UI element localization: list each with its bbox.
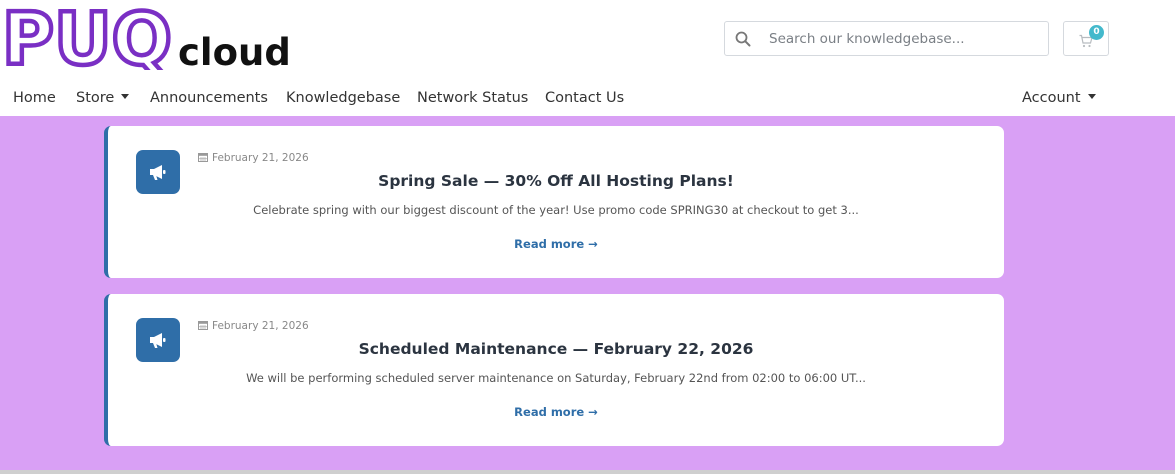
nav-network-status[interactable]: Network Status [417,90,528,106]
nav-home[interactable]: Home [13,90,56,106]
announcements-section: February 21, 2026 Spring Sale — 30% Off … [0,116,1175,474]
announcement-title[interactable]: Spring Sale — 30% Off All Hosting Plans! [108,172,1004,190]
announcement-summary: We will be performing scheduled server m… [246,371,866,385]
site-header: PUQ cloud 0 Home Store Announcements Kno… [0,0,1175,116]
nav-store-label: Store [76,90,115,106]
logo-text: cloud [178,31,291,70]
knowledgebase-search [724,21,1049,56]
cart-count-badge: 0 [1089,25,1104,40]
announcement-date: February 21, 2026 [198,320,309,333]
announcement-date-text: February 21, 2026 [212,320,309,332]
nav-store[interactable]: Store [76,90,130,106]
announcement-card: February 21, 2026 Scheduled Maintenance … [104,294,1004,446]
search-input[interactable] [769,22,1039,55]
chevron-down-icon [1087,94,1096,99]
announcement-date: February 21, 2026 [198,152,309,165]
announcement-card: February 21, 2026 Spring Sale — 30% Off … [104,126,1004,278]
cart-button[interactable]: 0 [1063,21,1109,56]
nav-contact-us[interactable]: Contact Us [545,90,624,106]
nav-account[interactable]: Account [1022,90,1096,106]
calendar-icon [198,320,208,333]
nav-knowledgebase[interactable]: Knowledgebase [286,90,400,106]
calendar-icon [198,152,208,165]
nav-announcements[interactable]: Announcements [150,90,268,106]
read-more-link[interactable]: Read more → [108,237,1004,251]
chevron-down-icon [121,94,130,99]
brand-logo[interactable]: PUQ cloud [2,4,302,70]
main-navigation: Home Store Announcements Knowledgebase N… [0,84,1175,114]
page-bottom-border [0,470,1175,474]
announcement-summary: Celebrate spring with our biggest discou… [253,203,859,217]
announcement-title[interactable]: Scheduled Maintenance — February 22, 202… [108,340,1004,358]
nav-account-label: Account [1022,90,1081,106]
read-more-link[interactable]: Read more → [108,405,1004,419]
logo-mark: PUQ [2,4,172,70]
search-icon[interactable] [735,31,751,47]
announcement-date-text: February 21, 2026 [212,152,309,164]
